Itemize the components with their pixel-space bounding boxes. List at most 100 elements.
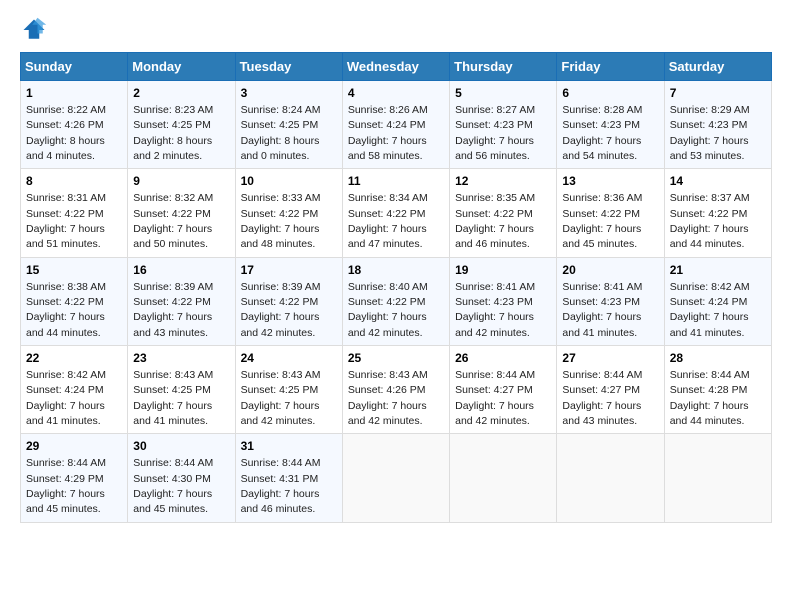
day-detail: Sunrise: 8:42 AMSunset: 4:24 PMDaylight:… [26,369,106,427]
day-detail: Sunrise: 8:24 AMSunset: 4:25 PMDaylight:… [241,104,321,162]
day-number: 14 [670,173,766,190]
day-detail: Sunrise: 8:44 AMSunset: 4:30 PMDaylight:… [133,457,213,515]
day-number: 19 [455,262,551,279]
day-number: 22 [26,350,122,367]
day-number: 24 [241,350,337,367]
calendar-cell: 4 Sunrise: 8:26 AMSunset: 4:24 PMDaylight… [342,81,449,169]
day-detail: Sunrise: 8:44 AMSunset: 4:28 PMDaylight:… [670,369,750,427]
logo-icon [20,16,48,44]
calendar-cell: 27Sunrise: 8:44 AMSunset: 4:27 PMDayligh… [557,346,664,434]
calendar-header-row: SundayMondayTuesdayWednesdayThursdayFrid… [21,53,772,81]
calendar-cell: 8 Sunrise: 8:31 AMSunset: 4:22 PMDaylight… [21,169,128,257]
day-detail: Sunrise: 8:36 AMSunset: 4:22 PMDaylight:… [562,192,642,250]
calendar-week-row: 29 Sunrise: 8:44 AMSunset: 4:29 PMDayligh… [21,434,772,522]
day-detail: Sunrise: 8:35 AMSunset: 4:22 PMDaylight:… [455,192,535,250]
day-detail: Sunrise: 8:44 AMSunset: 4:31 PMDaylight:… [241,457,321,515]
day-detail: Sunrise: 8:27 AMSunset: 4:23 PMDaylight:… [455,104,535,162]
day-number: 31 [241,438,337,455]
calendar-cell [557,434,664,522]
day-number: 15 [26,262,122,279]
calendar-cell: 30 Sunrise: 8:44 AMSunset: 4:30 PMDayligh… [128,434,235,522]
day-detail: Sunrise: 8:28 AMSunset: 4:23 PMDaylight:… [562,104,642,162]
calendar-cell [450,434,557,522]
header-tuesday: Tuesday [235,53,342,81]
day-number: 17 [241,262,337,279]
calendar-cell: 21Sunrise: 8:42 AMSunset: 4:24 PMDayligh… [664,257,771,345]
header-sunday: Sunday [21,53,128,81]
day-detail: Sunrise: 8:43 AMSunset: 4:25 PMDaylight:… [133,369,213,427]
day-detail: Sunrise: 8:41 AMSunset: 4:23 PMDaylight:… [562,281,642,339]
day-detail: Sunrise: 8:38 AMSunset: 4:22 PMDaylight:… [26,281,106,339]
day-detail: Sunrise: 8:41 AMSunset: 4:23 PMDaylight:… [455,281,535,339]
day-detail: Sunrise: 8:26 AMSunset: 4:24 PMDaylight:… [348,104,428,162]
calendar-cell [342,434,449,522]
calendar-cell: 13 Sunrise: 8:36 AMSunset: 4:22 PMDayligh… [557,169,664,257]
calendar-cell: 18Sunrise: 8:40 AMSunset: 4:22 PMDayligh… [342,257,449,345]
calendar-cell: 26Sunrise: 8:44 AMSunset: 4:27 PMDayligh… [450,346,557,434]
calendar-cell: 16 Sunrise: 8:39 AMSunset: 4:22 PMDayligh… [128,257,235,345]
day-detail: Sunrise: 8:23 AMSunset: 4:25 PMDaylight:… [133,104,213,162]
day-number: 21 [670,262,766,279]
day-number: 5 [455,85,551,102]
day-number: 8 [26,173,122,190]
day-number: 4 [348,85,444,102]
calendar-cell: 2 Sunrise: 8:23 AMSunset: 4:25 PMDaylight… [128,81,235,169]
calendar-cell: 17Sunrise: 8:39 AMSunset: 4:22 PMDayligh… [235,257,342,345]
day-detail: Sunrise: 8:22 AMSunset: 4:26 PMDaylight:… [26,104,106,162]
calendar-cell: 20 Sunrise: 8:41 AMSunset: 4:23 PMDayligh… [557,257,664,345]
day-detail: Sunrise: 8:43 AMSunset: 4:26 PMDaylight:… [348,369,428,427]
calendar-cell: 29 Sunrise: 8:44 AMSunset: 4:29 PMDayligh… [21,434,128,522]
calendar-cell: 23 Sunrise: 8:43 AMSunset: 4:25 PMDayligh… [128,346,235,434]
calendar-cell: 10Sunrise: 8:33 AMSunset: 4:22 PMDayligh… [235,169,342,257]
day-detail: Sunrise: 8:44 AMSunset: 4:27 PMDaylight:… [455,369,535,427]
day-number: 11 [348,173,444,190]
day-number: 30 [133,438,229,455]
calendar-cell: 19 Sunrise: 8:41 AMSunset: 4:23 PMDayligh… [450,257,557,345]
calendar-cell: 5 Sunrise: 8:27 AMSunset: 4:23 PMDaylight… [450,81,557,169]
header-monday: Monday [128,53,235,81]
day-detail: Sunrise: 8:44 AMSunset: 4:29 PMDaylight:… [26,457,106,515]
calendar-cell: 24 Sunrise: 8:43 AMSunset: 4:25 PMDayligh… [235,346,342,434]
calendar-cell: 6Sunrise: 8:28 AMSunset: 4:23 PMDaylight… [557,81,664,169]
calendar-week-row: 22 Sunrise: 8:42 AMSunset: 4:24 PMDayligh… [21,346,772,434]
header-wednesday: Wednesday [342,53,449,81]
day-number: 2 [133,85,229,102]
day-number: 29 [26,438,122,455]
day-detail: Sunrise: 8:37 AMSunset: 4:22 PMDaylight:… [670,192,750,250]
header-friday: Friday [557,53,664,81]
day-number: 20 [562,262,658,279]
logo [20,16,52,44]
day-number: 13 [562,173,658,190]
day-detail: Sunrise: 8:39 AMSunset: 4:22 PMDaylight:… [133,281,213,339]
day-number: 3 [241,85,337,102]
calendar-cell: 11 Sunrise: 8:34 AMSunset: 4:22 PMDayligh… [342,169,449,257]
page-header [20,16,772,44]
calendar-cell: 3 Sunrise: 8:24 AMSunset: 4:25 PMDaylight… [235,81,342,169]
day-number: 12 [455,173,551,190]
day-number: 10 [241,173,337,190]
calendar-cell: 12 Sunrise: 8:35 AMSunset: 4:22 PMDayligh… [450,169,557,257]
day-detail: Sunrise: 8:31 AMSunset: 4:22 PMDaylight:… [26,192,106,250]
day-number: 23 [133,350,229,367]
day-number: 18 [348,262,444,279]
day-detail: Sunrise: 8:43 AMSunset: 4:25 PMDaylight:… [241,369,321,427]
calendar-cell: 14 Sunrise: 8:37 AMSunset: 4:22 PMDayligh… [664,169,771,257]
calendar-cell [664,434,771,522]
day-detail: Sunrise: 8:29 AMSunset: 4:23 PMDaylight:… [670,104,750,162]
day-number: 16 [133,262,229,279]
day-number: 1 [26,85,122,102]
day-number: 28 [670,350,766,367]
day-detail: Sunrise: 8:44 AMSunset: 4:27 PMDaylight:… [562,369,642,427]
header-saturday: Saturday [664,53,771,81]
calendar-cell: 28 Sunrise: 8:44 AMSunset: 4:28 PMDayligh… [664,346,771,434]
calendar-cell: 1 Sunrise: 8:22 AMSunset: 4:26 PMDaylight… [21,81,128,169]
calendar-cell: 31 Sunrise: 8:44 AMSunset: 4:31 PMDayligh… [235,434,342,522]
calendar-cell: 22 Sunrise: 8:42 AMSunset: 4:24 PMDayligh… [21,346,128,434]
calendar-table: SundayMondayTuesdayWednesdayThursdayFrid… [20,52,772,523]
calendar-week-row: 8 Sunrise: 8:31 AMSunset: 4:22 PMDaylight… [21,169,772,257]
day-detail: Sunrise: 8:34 AMSunset: 4:22 PMDaylight:… [348,192,428,250]
day-number: 7 [670,85,766,102]
day-detail: Sunrise: 8:32 AMSunset: 4:22 PMDaylight:… [133,192,213,250]
calendar-cell: 9Sunrise: 8:32 AMSunset: 4:22 PMDaylight… [128,169,235,257]
day-number: 25 [348,350,444,367]
